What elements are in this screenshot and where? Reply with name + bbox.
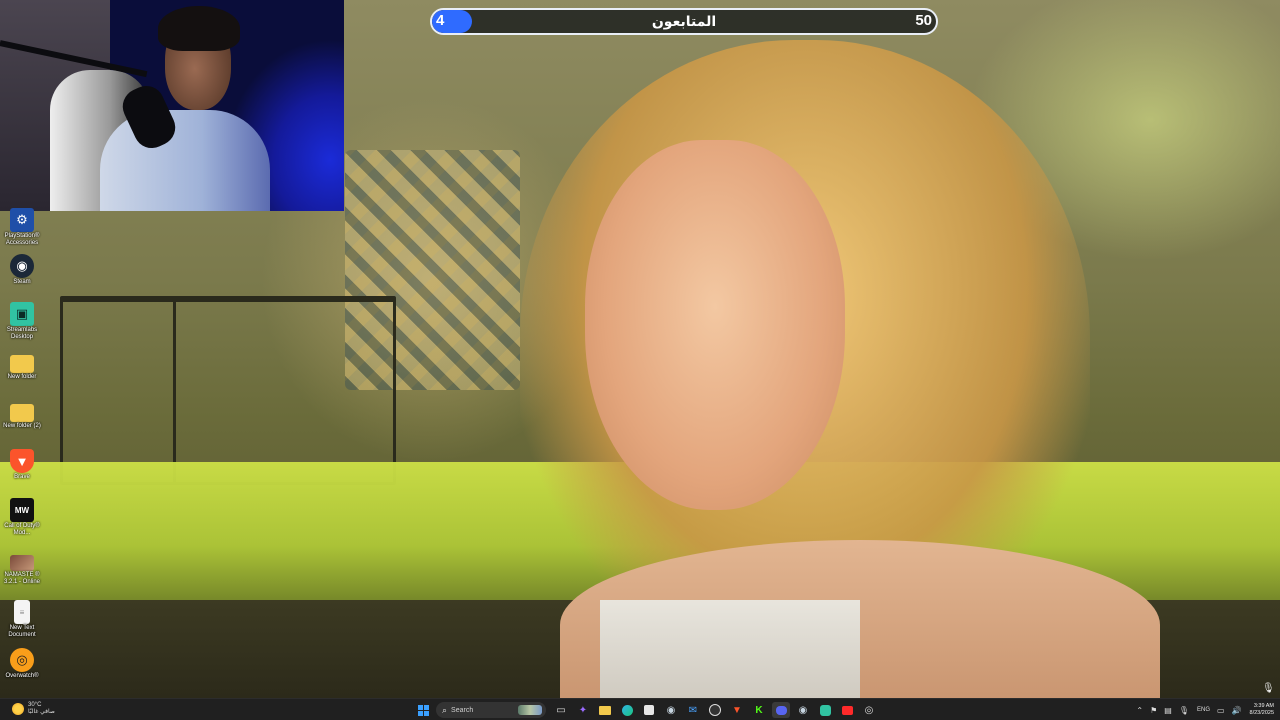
namaste-icon <box>10 555 34 571</box>
steam-icon: ◉ <box>666 704 676 716</box>
follower-goal-label: المتابعون <box>651 13 717 29</box>
edge-button[interactable] <box>618 702 636 718</box>
folder-icon <box>10 355 34 373</box>
desktop-icon-new-folder[interactable]: New folder <box>2 352 42 381</box>
webcam-person-hair <box>158 6 240 51</box>
microphone-icon[interactable]: 🎙 <box>1179 706 1189 715</box>
edge-icon <box>621 704 633 716</box>
webcam-overlay <box>0 0 344 211</box>
desktop-icon-label: Overwatch® <box>5 673 39 679</box>
copilot-button[interactable]: ✦ <box>574 702 592 718</box>
wallpaper-top <box>600 600 860 698</box>
desktop-icon-playstation-accessories[interactable]: ⚙ PlayStation® Accessories <box>2 208 42 247</box>
task-view-icon: ▭ <box>556 704 566 716</box>
playstation-accessories-icon: ⚙ <box>10 208 34 232</box>
follower-goal-target: 50 <box>915 12 932 29</box>
desktop-icon-brave[interactable]: ▼ Brave <box>2 449 42 481</box>
desktop-icon-label: PlayStation® Accessories <box>4 233 40 246</box>
desktop-icon-steam[interactable]: ◉ Steam <box>2 254 42 286</box>
system-tray: ⌃ ⚑ ▤ 🎙 ENG ▭ 🔊 3:39 AM 8/23/2025 <box>1129 701 1274 719</box>
obs-button[interactable] <box>706 702 724 718</box>
steam-button[interactable]: ◉ <box>662 702 680 718</box>
wallpaper-face <box>585 140 845 510</box>
windows-icon <box>417 704 429 716</box>
brave-icon: ▼ <box>10 449 34 473</box>
overwatch-button[interactable]: ◎ <box>860 702 878 718</box>
streamlabs-button[interactable] <box>816 702 834 718</box>
desktop-icon-label: New Text Document <box>8 625 36 638</box>
desktop-icon-label: New folder (2) <box>3 423 41 429</box>
clock-date: 8/23/2025 <box>1249 710 1274 716</box>
taskbar-apps: ⌕ Search ▭ ✦ ◉ ✉ ▼ K ◉ ◎ <box>414 701 882 719</box>
kick-icon: K <box>755 704 763 716</box>
steam-icon: ◉ <box>10 254 34 278</box>
text-document-icon: ≡ <box>14 600 30 624</box>
store-button[interactable] <box>640 702 658 718</box>
desktop-icon-label: Brave <box>14 474 30 480</box>
youtube-button[interactable] <box>838 702 856 718</box>
folder-icon <box>599 705 611 715</box>
desktop-icon-label: Call of Duty® Mod... <box>4 523 40 536</box>
mail-button[interactable]: ✉ <box>684 702 702 718</box>
desktop-icon-label: Streamlabs Desktop <box>6 327 38 340</box>
mail-icon: ✉ <box>688 704 698 716</box>
search-highlight-art <box>518 705 542 715</box>
brave-icon: ▼ <box>732 704 742 716</box>
taskbar: 30°C صافي غالبًا ⌕ Search ▭ ✦ ◉ ✉ ▼ K ◉ … <box>0 698 1280 720</box>
store-icon <box>644 705 654 715</box>
file-explorer-button[interactable] <box>596 702 614 718</box>
search-placeholder: Search <box>451 706 474 714</box>
desktop-icon-overwatch[interactable]: ◎ Overwatch® <box>2 648 42 680</box>
desktop-icon-new-text-document[interactable]: ≡ New Text Document <box>2 600 42 639</box>
weather-temperature: 30°C <box>28 702 42 708</box>
chevron-up-icon[interactable]: ⌃ <box>1136 706 1143 715</box>
language-indicator[interactable]: ENG <box>1197 707 1210 713</box>
gpu-icon[interactable]: ▤ <box>1164 706 1172 715</box>
kick-button[interactable]: K <box>750 702 768 718</box>
start-button[interactable] <box>414 702 432 718</box>
desktop-icon-label: New folder <box>7 374 37 380</box>
discord-icon <box>775 705 787 715</box>
desktop-icon-new-folder-2[interactable]: New folder (2) <box>2 401 42 430</box>
desktop-icon-streamlabs[interactable]: ▣ Streamlabs Desktop <box>2 302 42 341</box>
streamlabs-icon: ▣ <box>10 302 34 326</box>
weather-widget[interactable]: 30°C صافي غالبًا <box>12 702 55 716</box>
monitor-icon[interactable]: ▭ <box>1217 706 1225 715</box>
speaker-icon[interactable]: 🔊 <box>1232 706 1242 715</box>
steam-button-2[interactable]: ◉ <box>794 702 812 718</box>
follower-goal-bar: 4 المتابعون 50 <box>430 8 938 35</box>
brave-button[interactable]: ▼ <box>728 702 746 718</box>
weather-text: 30°C صافي غالبًا <box>28 702 55 716</box>
webcam-person-body <box>100 110 270 211</box>
network-activity-icon[interactable]: ⚑ <box>1150 706 1157 715</box>
wallpaper-shelf <box>60 296 396 485</box>
youtube-icon <box>841 705 853 715</box>
microphone-icon: 🎙 <box>1262 683 1275 694</box>
copilot-icon: ✦ <box>578 704 588 716</box>
desktop-icon-namaste[interactable]: NAMASTE ® 3.2.1 - Online <box>2 555 42 586</box>
steam-icon: ◉ <box>798 704 808 716</box>
call-of-duty-icon: MW <box>10 498 34 522</box>
taskbar-search[interactable]: ⌕ Search <box>436 702 546 718</box>
weather-description: صافي غالبًا <box>28 709 55 715</box>
streamlabs-icon <box>819 704 831 716</box>
task-view-button[interactable]: ▭ <box>552 702 570 718</box>
clock-time: 3:39 AM <box>1253 703 1274 709</box>
overwatch-icon: ◎ <box>864 704 874 716</box>
discord-button[interactable] <box>772 702 790 718</box>
sun-icon <box>12 703 24 715</box>
taskbar-clock[interactable]: 3:39 AM 8/23/2025 <box>1250 703 1274 717</box>
folder-icon <box>10 404 34 422</box>
desktop-icon-label: Steam <box>13 279 31 285</box>
obs-icon <box>709 704 721 716</box>
desktop-icon-call-of-duty[interactable]: MW Call of Duty® Mod... <box>2 498 42 537</box>
overwatch-icon: ◎ <box>10 648 34 672</box>
search-icon: ⌕ <box>442 704 448 715</box>
desktop-icon-label: NAMASTE ® 3.2.1 - Online <box>3 572 41 585</box>
